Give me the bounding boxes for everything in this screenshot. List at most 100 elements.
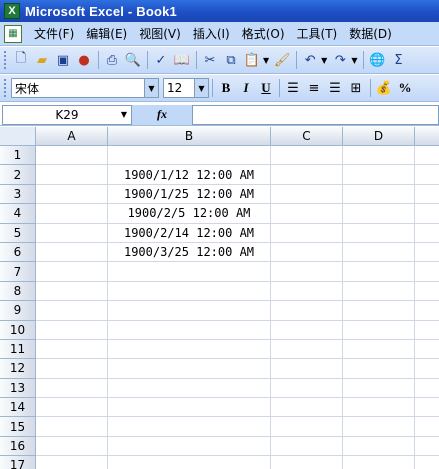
- cell-b[interactable]: [108, 339, 271, 360]
- align-right-icon[interactable]: ☰: [325, 78, 345, 98]
- row-header[interactable]: 10: [0, 320, 36, 340]
- cell-a[interactable]: [36, 242, 108, 263]
- paste-icon[interactable]: 📋: [242, 50, 262, 70]
- row-header[interactable]: 13: [0, 378, 36, 399]
- cell-a[interactable]: [36, 165, 108, 185]
- copy-icon[interactable]: ⧉: [221, 50, 241, 70]
- cell-d[interactable]: [343, 378, 415, 399]
- cell-c[interactable]: [271, 359, 343, 379]
- cell-c[interactable]: [271, 223, 343, 243]
- cell-b[interactable]: [108, 359, 271, 379]
- currency-icon[interactable]: 💰: [374, 78, 394, 98]
- row-header[interactable]: 5: [0, 223, 36, 243]
- cell-d[interactable]: [343, 242, 415, 263]
- chevron-down-icon[interactable]: ▼: [117, 106, 131, 124]
- cell-e[interactable]: [415, 340, 439, 360]
- redo-icon[interactable]: ↷: [330, 50, 350, 70]
- select-all-corner[interactable]: [0, 127, 36, 146]
- cell-d[interactable]: [343, 146, 415, 166]
- row-header[interactable]: 7: [0, 262, 36, 282]
- row-header[interactable]: 1: [0, 146, 36, 166]
- row-header[interactable]: 15: [0, 417, 36, 437]
- name-box[interactable]: K29 ▼: [2, 104, 132, 125]
- cell-b[interactable]: 1900/1/12 12:00 AM: [108, 165, 271, 185]
- cell-c[interactable]: [271, 242, 343, 263]
- cell-e[interactable]: [415, 417, 439, 437]
- redo-dropdown-icon[interactable]: ▼: [351, 56, 357, 65]
- cell-c[interactable]: [271, 146, 343, 166]
- print-icon[interactable]: ⎙: [102, 50, 122, 70]
- cell-e[interactable]: [415, 204, 439, 224]
- cell-b[interactable]: [108, 281, 271, 302]
- cell-e[interactable]: [415, 398, 439, 418]
- menu-tools[interactable]: 工具(T): [291, 25, 344, 42]
- cell-b[interactable]: [108, 320, 271, 340]
- cell-a[interactable]: [36, 378, 108, 399]
- cell-a[interactable]: [36, 262, 108, 282]
- cell-b[interactable]: [108, 301, 271, 321]
- cell-a[interactable]: [36, 417, 108, 437]
- cell-a[interactable]: [36, 184, 108, 205]
- cell-e[interactable]: [415, 146, 439, 166]
- font-name-select[interactable]: 宋体 ▼: [11, 78, 159, 98]
- cell-e[interactable]: [415, 301, 439, 321]
- menu-edit[interactable]: 编辑(E): [80, 25, 133, 42]
- cell-d[interactable]: [343, 184, 415, 205]
- excel-app-icon[interactable]: X: [4, 3, 20, 19]
- formula-input[interactable]: [192, 104, 439, 125]
- undo-dropdown-icon[interactable]: ▼: [321, 56, 327, 65]
- cell-c[interactable]: [271, 320, 343, 340]
- menu-file[interactable]: 文件(F): [28, 25, 80, 42]
- cell-a[interactable]: [36, 281, 108, 302]
- cell-c[interactable]: [271, 378, 343, 399]
- cell-b[interactable]: [108, 378, 271, 399]
- cell-a[interactable]: [36, 359, 108, 379]
- cell-b[interactable]: [108, 262, 271, 282]
- row-header[interactable]: 4: [0, 204, 36, 224]
- menu-insert[interactable]: 插入(I): [187, 25, 236, 42]
- row-header[interactable]: 17: [0, 456, 36, 469]
- cell-a[interactable]: [36, 146, 108, 166]
- cell-b[interactable]: [108, 456, 271, 469]
- column-header-c[interactable]: C: [271, 127, 343, 146]
- row-header[interactable]: 8: [0, 281, 36, 302]
- cell-e[interactable]: [415, 282, 439, 302]
- cell-d[interactable]: [343, 281, 415, 302]
- menu-format[interactable]: 格式(O): [236, 25, 291, 42]
- format-painter-icon[interactable]: 🖌: [272, 50, 292, 70]
- row-header[interactable]: 9: [0, 301, 36, 321]
- cell-e[interactable]: [415, 321, 439, 340]
- toolbar-grip[interactable]: [4, 79, 7, 97]
- cell-c[interactable]: [271, 204, 343, 224]
- cell-e[interactable]: [415, 437, 439, 457]
- cell-e[interactable]: [415, 165, 439, 185]
- cell-d[interactable]: [343, 417, 415, 437]
- cell-b[interactable]: 1900/3/25 12:00 AM: [108, 242, 271, 263]
- cell-a[interactable]: [36, 223, 108, 243]
- cell-c[interactable]: [271, 281, 343, 302]
- cell-e[interactable]: [415, 456, 439, 469]
- cell-d[interactable]: [343, 320, 415, 340]
- row-header[interactable]: 16: [0, 436, 36, 457]
- cell-a[interactable]: [36, 320, 108, 340]
- toolbar-grip[interactable]: [4, 51, 7, 69]
- cell-e[interactable]: [415, 359, 439, 379]
- row-header[interactable]: 3: [0, 184, 36, 205]
- italic-button[interactable]: I: [236, 78, 256, 98]
- bold-button[interactable]: B: [216, 78, 236, 98]
- cell-d[interactable]: [343, 456, 415, 469]
- underline-button[interactable]: U: [256, 78, 276, 98]
- row-header[interactable]: 11: [0, 339, 36, 360]
- column-header-a[interactable]: A: [36, 127, 108, 146]
- research-icon[interactable]: 📖: [172, 50, 192, 70]
- menu-view[interactable]: 视图(V): [133, 25, 187, 42]
- cell-b[interactable]: [108, 146, 271, 166]
- spelling-icon[interactable]: ✓: [151, 50, 171, 70]
- cell-d[interactable]: [343, 359, 415, 379]
- cell-d[interactable]: [343, 165, 415, 185]
- chevron-down-icon[interactable]: ▼: [144, 79, 158, 97]
- cell-b[interactable]: 1900/2/14 12:00 AM: [108, 223, 271, 243]
- cell-e[interactable]: [415, 262, 439, 282]
- cell-c[interactable]: [271, 417, 343, 437]
- cell-b[interactable]: 1900/2/5 12:00 AM: [108, 204, 271, 224]
